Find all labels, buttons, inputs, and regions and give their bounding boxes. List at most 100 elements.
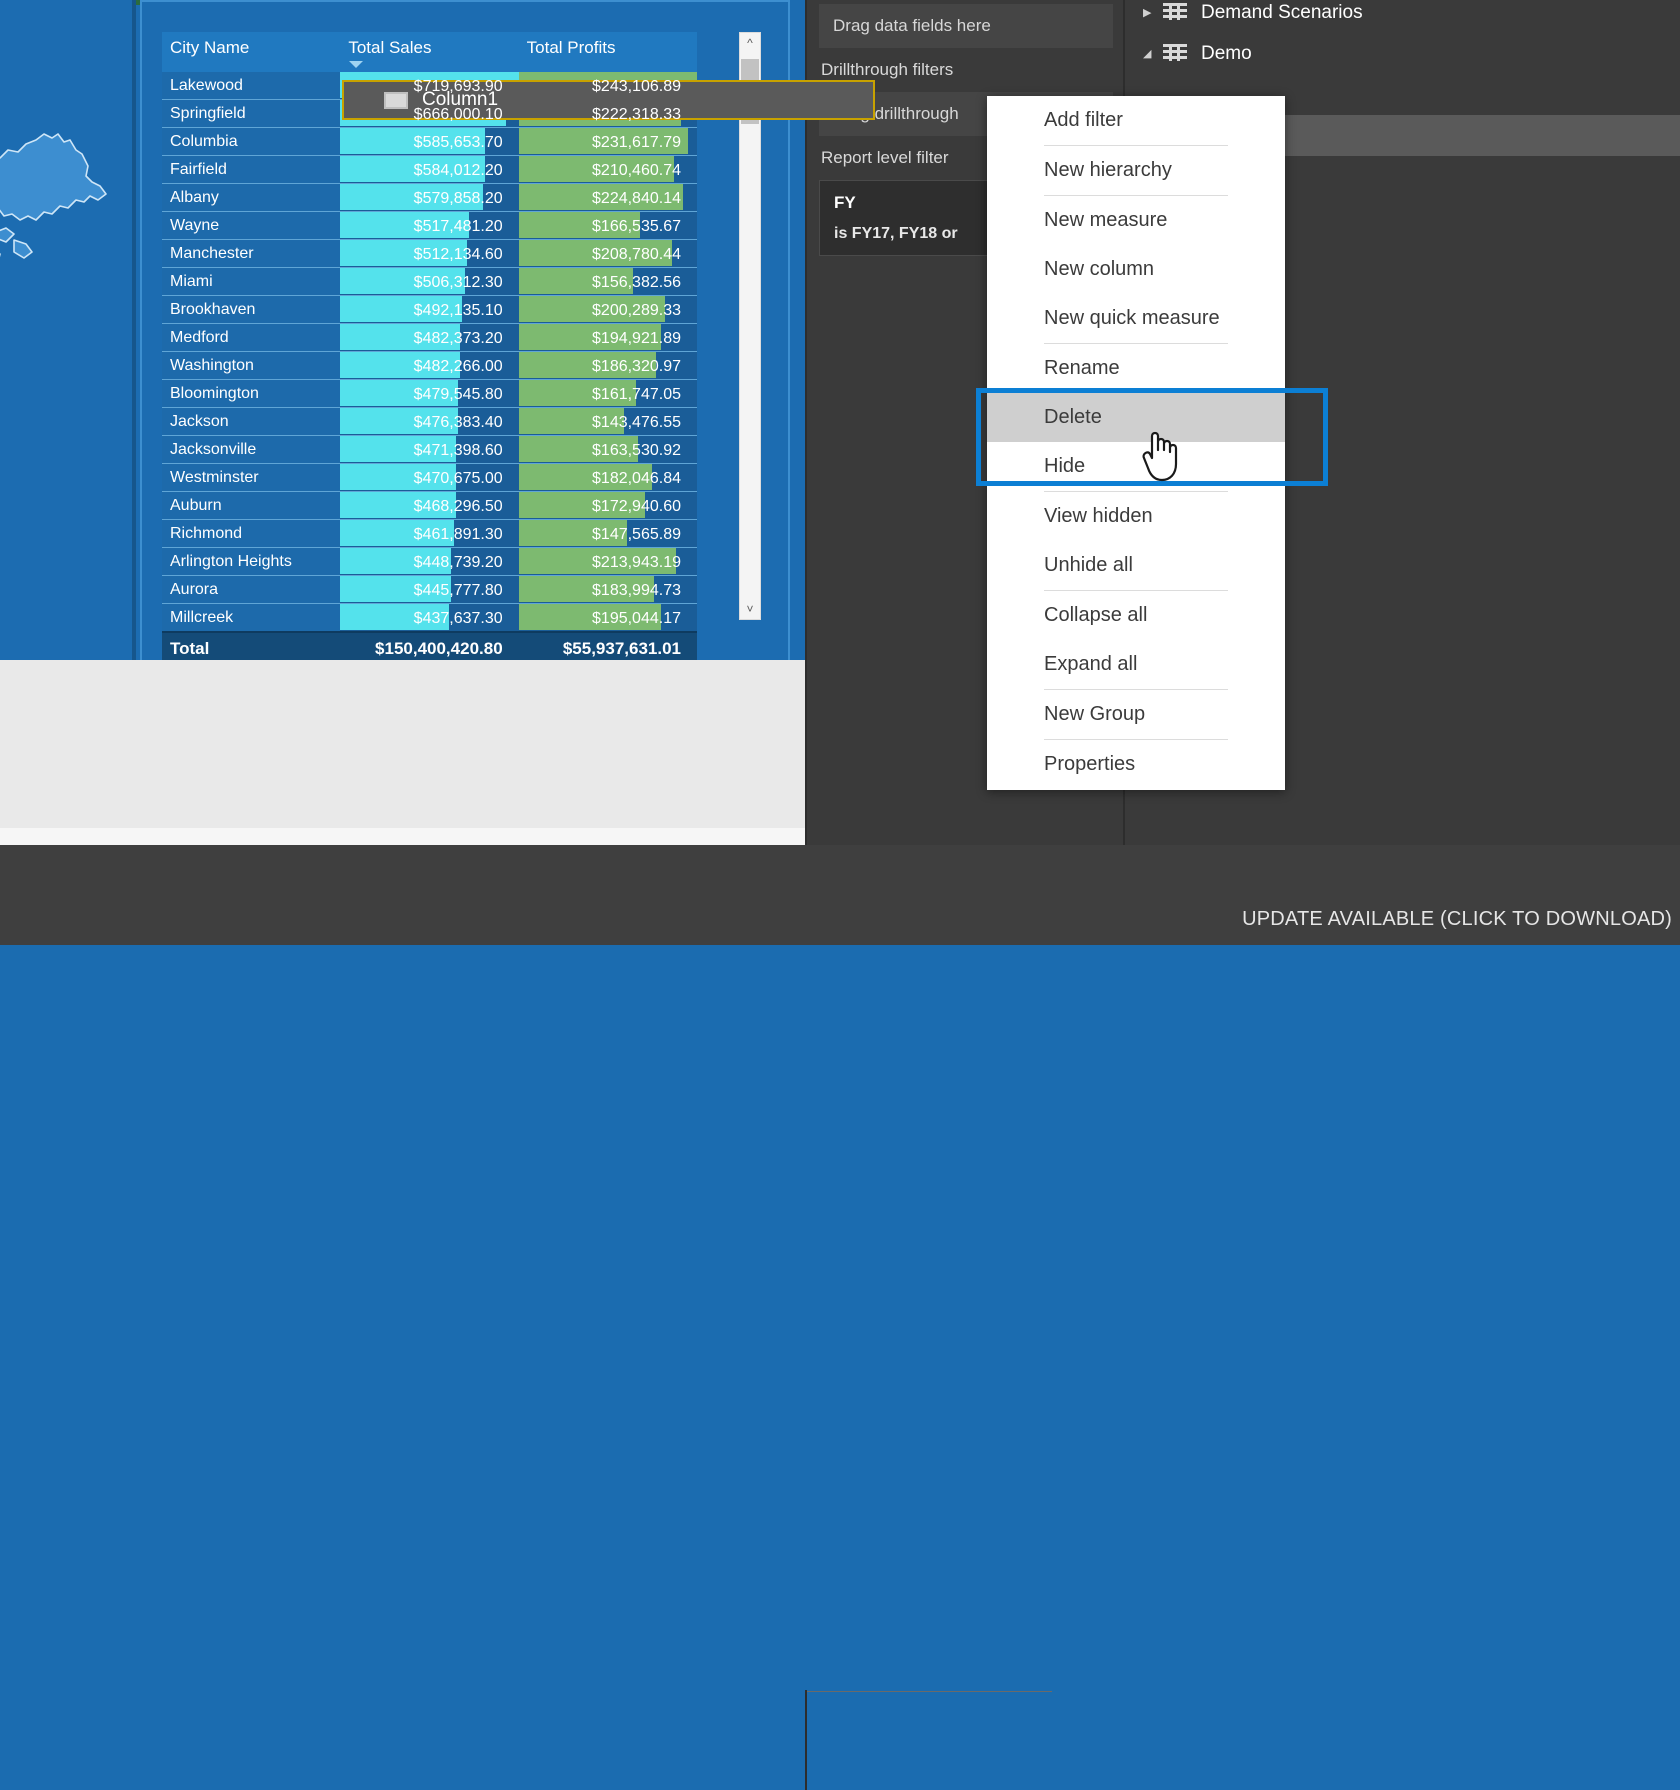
- table-row[interactable]: Bloomington $479,545.80 $161,747.05: [162, 379, 697, 408]
- table-row[interactable]: Lakewood $719,693.90 $243,106.89: [162, 72, 697, 100]
- menu-item-add-filter[interactable]: Add filter: [987, 96, 1285, 145]
- fields-item-demand-scenarios[interactable]: ▶ Demand Scenarios: [1125, 0, 1680, 33]
- scroll-up-arrow-icon[interactable]: ^: [740, 33, 760, 53]
- cell-city-name: Auburn: [162, 491, 341, 520]
- fields-item-label: Demand Scenarios: [1201, 1, 1363, 23]
- column-header-total-sales[interactable]: Total Sales: [340, 32, 519, 72]
- cell-total-profits: $183,994.73: [518, 575, 697, 604]
- total-sales-text: $150,400,420.80: [375, 639, 503, 658]
- cell-city-name: Washington: [162, 351, 341, 380]
- cell-total-profits-text: $222,318.33: [592, 106, 681, 123]
- cell-total-profits-text: $163,530.92: [592, 442, 681, 459]
- table-total-row: Total $150,400,420.80 $55,937,631.01: [162, 631, 697, 663]
- cell-city-name: Arlington Heights: [162, 547, 341, 576]
- menu-item-new-column[interactable]: New column: [987, 245, 1285, 294]
- menu-item-view-hidden[interactable]: View hidden: [987, 492, 1285, 541]
- cell-total-profits: $182,046.84: [518, 463, 697, 492]
- column-header-city-name[interactable]: City Name: [162, 32, 341, 72]
- total-profits-text: $55,937,631.01: [562, 639, 681, 658]
- cell-total-profits-text: $208,780.44: [592, 246, 681, 263]
- cell-total-sales: $482,266.00: [340, 351, 519, 380]
- cell-city-name: Aurora: [162, 575, 341, 604]
- cell-city-name: Westminster: [162, 463, 341, 492]
- menu-item-new-measure[interactable]: New measure: [987, 196, 1285, 245]
- sales-matrix-table[interactable]: City Name Total Sales Total Profits Lake…: [162, 32, 697, 663]
- table-row[interactable]: Richmond $461,891.30 $147,565.89: [162, 519, 697, 548]
- table-row[interactable]: Jacksonville $471,398.60 $163,530.92: [162, 435, 697, 464]
- table-row[interactable]: Millcreek $437,637.30 $195,044.17: [162, 603, 697, 633]
- matrix-body[interactable]: City Name Total Sales Total Profits Lake…: [162, 32, 764, 663]
- cell-total-sales-text: $468,296.50: [413, 498, 503, 515]
- menu-item-rename[interactable]: Rename: [987, 344, 1285, 393]
- table-row[interactable]: Washington $482,266.00 $186,320.97: [162, 351, 697, 380]
- status-bar-hairline: [807, 1691, 1052, 1692]
- drag-data-fields-dropzone[interactable]: Drag data fields here: [819, 4, 1113, 48]
- cell-total-sales: $471,398.60: [340, 435, 519, 464]
- menu-item-new-quick-measure[interactable]: New quick measure: [987, 294, 1285, 343]
- table-row[interactable]: Springfield $666,000.10 $222,318.33: [162, 99, 697, 128]
- cell-total-sales-text: $492,135.10: [413, 302, 503, 319]
- sort-descending-icon[interactable]: [349, 61, 364, 68]
- cell-total-sales: $437,637.30: [340, 603, 519, 633]
- cell-total-profits-text: $243,106.89: [592, 78, 681, 95]
- table-row[interactable]: Westminster $470,675.00 $182,046.84: [162, 463, 697, 492]
- cell-total-profits: $208,780.44: [518, 239, 697, 268]
- canvas-blank-area[interactable]: [0, 660, 805, 845]
- cell-total-sales-text: $584,012.20: [413, 162, 503, 179]
- menu-item-collapse-all[interactable]: Collapse all: [987, 591, 1285, 640]
- table-header-row: City Name Total Sales Total Profits: [162, 32, 697, 72]
- cell-total-sales-text: $437,637.30: [413, 610, 503, 627]
- cell-total-sales: $584,012.20: [340, 155, 519, 184]
- table-row[interactable]: Jackson $476,383.40 $143,476.55: [162, 407, 697, 436]
- menu-item-new-group[interactable]: New Group: [987, 690, 1285, 739]
- scroll-down-arrow-icon[interactable]: ˅: [740, 599, 760, 619]
- cell-total-sales-text: $445,777.80: [413, 582, 503, 599]
- table-row[interactable]: Miami $506,312.30 $156,382.56: [162, 267, 697, 296]
- menu-item-unhide-all[interactable]: Unhide all: [987, 541, 1285, 590]
- cell-total-sales: $579,858.20: [340, 183, 519, 212]
- chevron-right-icon[interactable]: ▶: [1143, 6, 1163, 19]
- cell-city-name: Fairfield: [162, 155, 341, 184]
- column-header-total-sales-label: Total Sales: [348, 38, 432, 57]
- table-row[interactable]: Manchester $512,134.60 $208,780.44: [162, 239, 697, 268]
- cell-total-sales: $448,739.20: [340, 547, 519, 576]
- menu-item-delete[interactable]: Delete: [987, 393, 1285, 442]
- menu-item-hide[interactable]: Hide: [987, 442, 1285, 491]
- cell-total-profits-text: $172,940.60: [592, 498, 681, 515]
- cell-city-name: Millcreek: [162, 603, 341, 633]
- left-visual-panel[interactable]: [0, 0, 132, 660]
- cell-total-profits: $186,320.97: [518, 351, 697, 380]
- cell-total-profits: $195,044.17: [518, 603, 697, 633]
- cell-total-sales-text: $476,383.40: [413, 414, 503, 431]
- menu-item-properties[interactable]: Properties: [987, 740, 1285, 789]
- menu-item-new-hierarchy[interactable]: New hierarchy: [987, 146, 1285, 195]
- cell-city-name: Richmond: [162, 519, 341, 548]
- cell-city-name: Lakewood: [162, 72, 341, 100]
- table-row[interactable]: Auburn $468,296.50 $172,940.60: [162, 491, 697, 520]
- table-row[interactable]: Aurora $445,777.80 $183,994.73: [162, 575, 697, 604]
- table-row[interactable]: Columbia $585,653.70 $231,617.79: [162, 127, 697, 156]
- cell-total-sales: $719,693.90: [340, 72, 519, 100]
- cell-total-sales: $517,481.20: [340, 211, 519, 240]
- report-canvas[interactable]: City Name Total Sales Total Profits Lake…: [0, 0, 805, 845]
- menu-item-expand-all[interactable]: Expand all: [987, 640, 1285, 689]
- cell-total-sales-text: $585,653.70: [413, 134, 503, 151]
- table-row[interactable]: Fairfield $584,012.20 $210,460.74: [162, 155, 697, 184]
- cell-total-profits-text: $183,994.73: [592, 582, 681, 599]
- cell-total-profits-text: $147,565.89: [592, 526, 681, 543]
- table-row[interactable]: Medford $482,373.20 $194,921.89: [162, 323, 697, 352]
- table-row[interactable]: Wayne $517,481.20 $166,535.67: [162, 211, 697, 240]
- status-bar: UPDATE AVAILABLE (CLICK TO DOWNLOAD): [0, 845, 1680, 1790]
- column-header-total-profits[interactable]: Total Profits: [518, 32, 697, 72]
- field-context-menu[interactable]: Add filter New hierarchy New measure New co…: [987, 96, 1285, 790]
- table-row[interactable]: Albany $579,858.20 $224,840.14: [162, 183, 697, 212]
- fields-item-demo[interactable]: ◢ Demo: [1125, 33, 1680, 74]
- matrix-vertical-scrollbar[interactable]: ^ ˅: [739, 32, 761, 620]
- cell-city-name: Springfield: [162, 99, 341, 128]
- cell-total-profits: $213,943.19: [518, 547, 697, 576]
- update-available-link[interactable]: UPDATE AVAILABLE (CLICK TO DOWNLOAD): [1242, 908, 1672, 931]
- cell-total-sales-text: $482,266.00: [413, 358, 503, 375]
- table-row[interactable]: Brookhaven $492,135.10 $200,289.33: [162, 295, 697, 324]
- table-row[interactable]: Arlington Heights $448,739.20 $213,943.19: [162, 547, 697, 576]
- chevron-down-icon[interactable]: ◢: [1143, 47, 1163, 60]
